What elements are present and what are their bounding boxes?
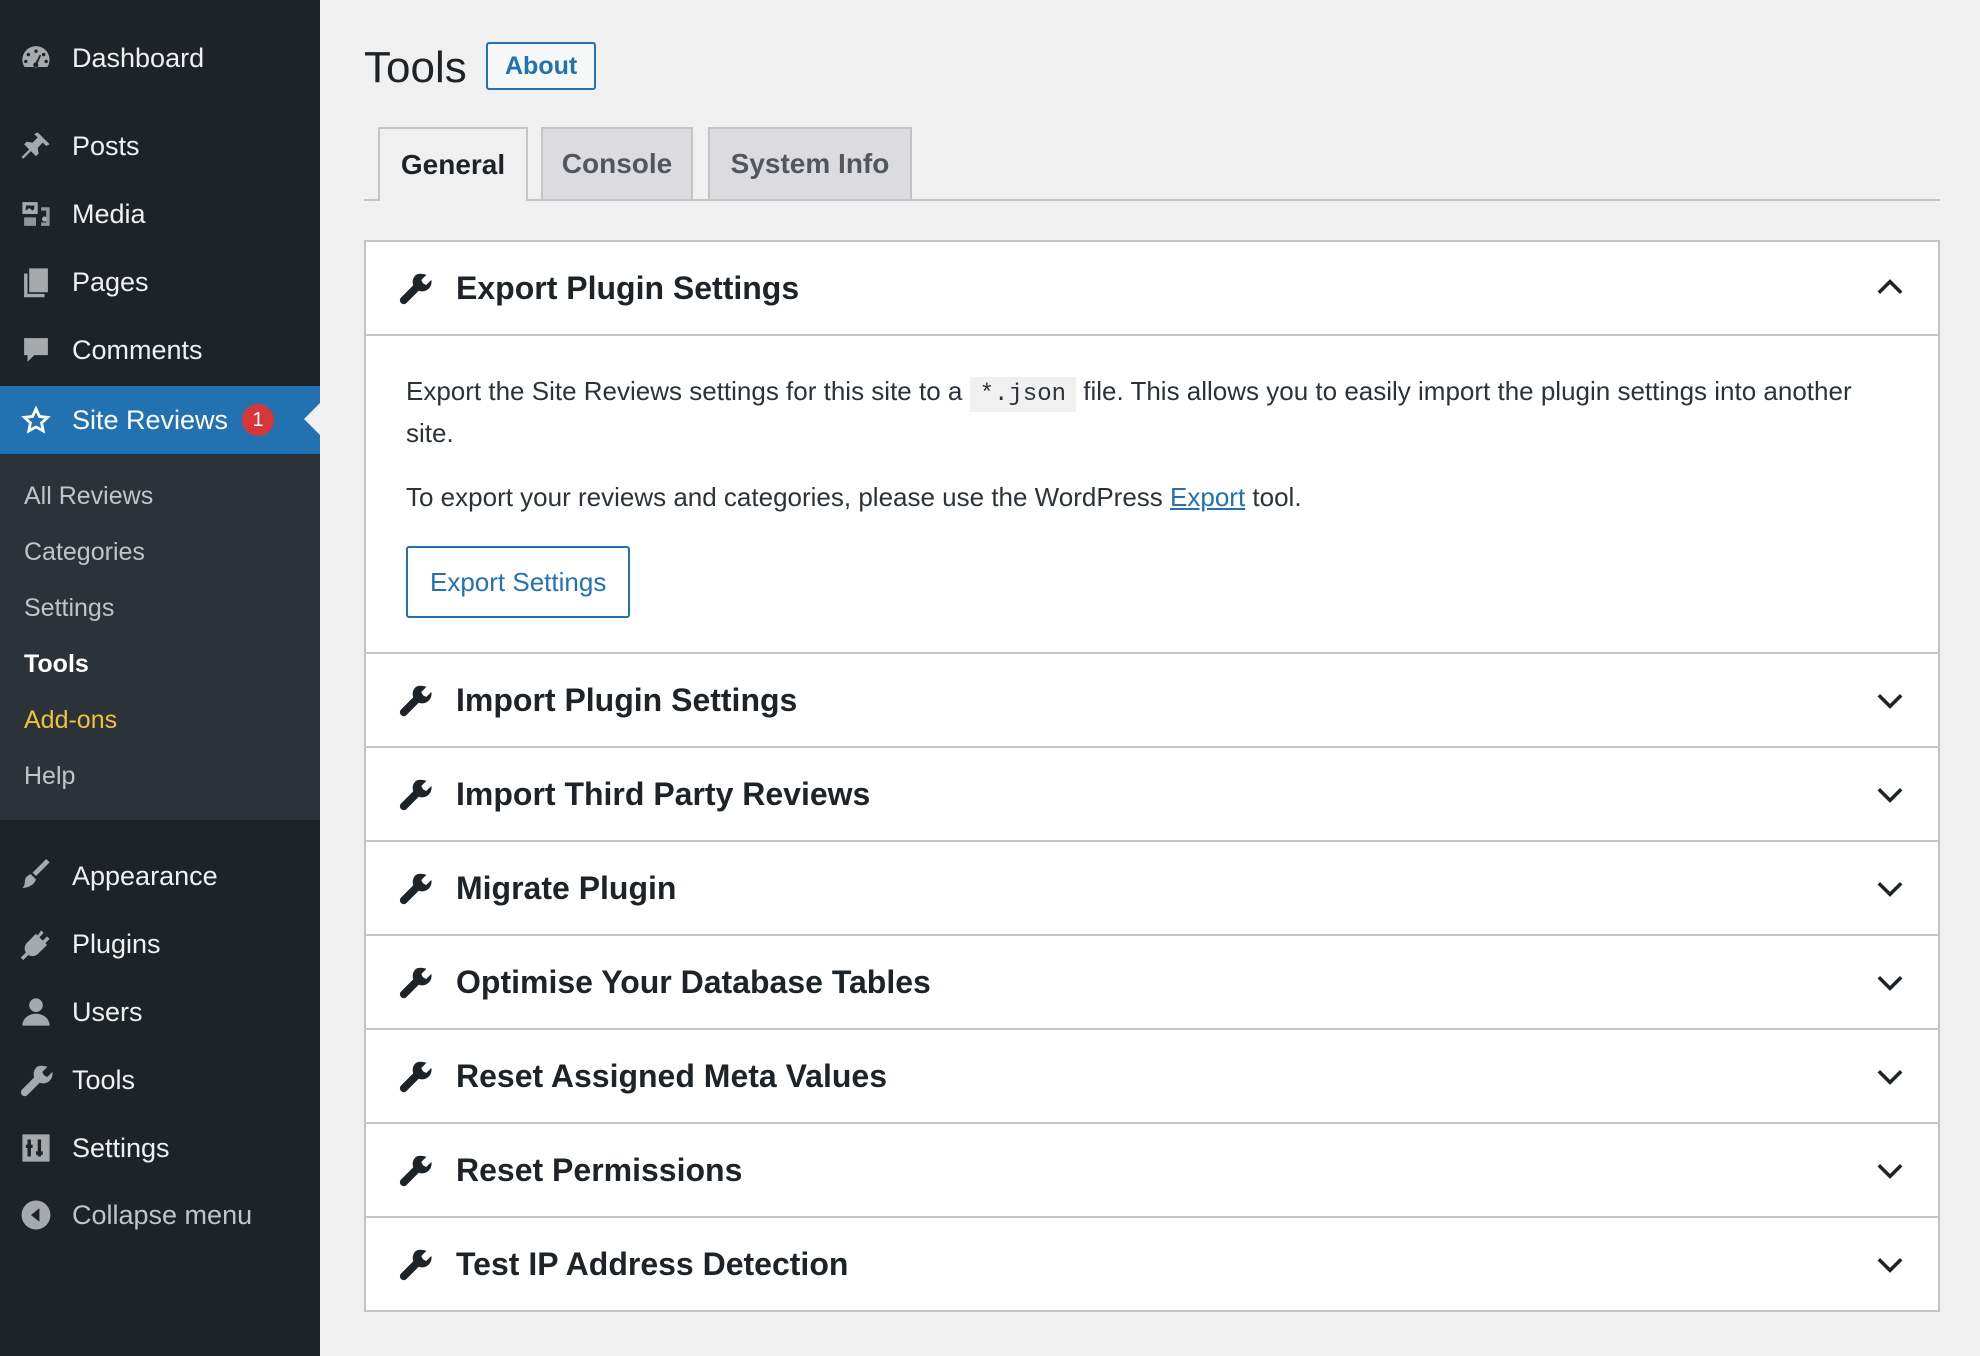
site-reviews-submenu: All Reviews Categories Settings Tools Ad… [0,454,320,820]
menu-label: Tools [72,1064,136,1095]
menu-label: Pages [72,266,149,297]
accordion-title: Reset Permissions [456,1151,743,1188]
accordion-header-test-ip-address-detection[interactable]: Test IP Address Detection [366,1216,1938,1310]
dashboard-icon [18,40,54,76]
submenu-item-add-ons[interactable]: Add-ons [24,700,117,740]
menu-item-appearance[interactable]: Appearance [0,843,320,909]
menu-item-site-reviews[interactable]: Site Reviews 1 [0,386,320,454]
menu-label: Appearance [72,860,218,891]
wrench-icon [398,871,432,905]
menu-item-users[interactable]: Users [0,979,320,1045]
wrench-icon [398,683,432,717]
text-span: Export the Site Reviews settings for thi… [406,376,970,406]
submenu-item-categories[interactable]: Categories [24,532,145,572]
chevron-down-icon[interactable] [1874,1154,1906,1186]
wrench-icon [398,777,432,811]
menu-label: Dashboard [72,42,205,73]
accordion-title: Import Third Party Reviews [456,775,871,812]
tab-bar: General Console System Info [364,127,1940,201]
menu-item-plugins[interactable]: Plugins [0,911,320,977]
menu-item-settings[interactable]: Settings [0,1115,320,1181]
accordion-title: Optimise Your Database Tables [456,963,931,1000]
admin-sidebar: Dashboard Posts Media Pages Comments Sit… [0,0,320,1356]
submenu-item-all-reviews[interactable]: All Reviews [24,476,153,516]
accordion-title: Import Plugin Settings [456,681,798,718]
chevron-down-icon[interactable] [1874,1060,1906,1092]
menu-label: Users [72,996,143,1027]
star-icon [18,402,54,438]
wrench-icon [398,271,432,305]
export-description: Export the Site Reviews settings for thi… [406,372,1898,452]
text-span: To export your reviews and categories, p… [406,482,1171,512]
accordion-title: Export Plugin Settings [456,269,800,306]
accordion-header-reset-permissions[interactable]: Reset Permissions [366,1122,1938,1216]
accordion-header-import-third-party-reviews[interactable]: Import Third Party Reviews [366,746,1938,840]
chevron-down-icon[interactable] [1874,684,1906,716]
wrench-icon [398,1059,432,1093]
export-tool-link[interactable]: Export [1170,482,1245,512]
accordion-title: Test IP Address Detection [456,1245,849,1282]
submenu-item-tools[interactable]: Tools [24,644,89,684]
menu-label: Media [72,198,146,229]
wrench-icon [18,1062,54,1098]
notification-badge: 1 [242,404,275,436]
pin-icon [18,128,54,164]
media-icon [18,196,54,232]
accordion-header-migrate-plugin[interactable]: Migrate Plugin [366,840,1938,934]
menu-item-comments[interactable]: Comments [0,317,320,383]
tab-general[interactable]: General [378,127,528,201]
tab-system-info[interactable]: System Info [708,127,912,199]
accordion-header-reset-assigned-meta-values[interactable]: Reset Assigned Meta Values [366,1028,1938,1122]
chevron-down-icon[interactable] [1874,1248,1906,1280]
menu-item-pages[interactable]: Pages [0,249,320,315]
accordion-title: Reset Assigned Meta Values [456,1057,887,1094]
json-code: *.json [969,377,1077,412]
tab-console[interactable]: Console [541,127,693,199]
plugin-icon [18,926,54,962]
accordion-header-optimise-database-tables[interactable]: Optimise Your Database Tables [366,934,1938,1028]
menu-label: Site Reviews [72,404,229,435]
chevron-down-icon[interactable] [1874,872,1906,904]
about-button[interactable]: About [486,42,597,90]
chevron-down-icon[interactable] [1874,966,1906,998]
menu-item-media[interactable]: Media [0,181,320,247]
export-settings-panel: Export the Site Reviews settings for thi… [366,334,1938,652]
menu-item-posts[interactable]: Posts [0,113,320,179]
menu-label: Settings [72,1132,170,1163]
accordion-title: Migrate Plugin [456,869,677,906]
menu-label: Plugins [72,928,161,959]
submenu-item-help[interactable]: Help [24,756,75,796]
wrench-icon [398,1153,432,1187]
collapse-icon [18,1197,54,1233]
collapse-menu-button[interactable]: Collapse menu [0,1182,320,1248]
text-span: tool. [1245,482,1302,512]
wrench-icon [398,1247,432,1281]
comment-icon [18,332,54,368]
settings-icon [18,1130,54,1166]
user-icon [18,994,54,1030]
menu-label: Collapse menu [72,1199,253,1230]
chevron-down-icon[interactable] [1874,778,1906,810]
menu-label: Comments [72,334,203,365]
submenu-item-settings[interactable]: Settings [24,588,114,628]
menu-item-tools[interactable]: Tools [0,1047,320,1113]
pages-icon [18,264,54,300]
paintbrush-icon [18,858,54,894]
tools-accordion: Export Plugin Settings Export the Site R… [364,240,1940,1312]
current-arrow [304,403,320,435]
accordion-header-import-plugin-settings[interactable]: Import Plugin Settings [366,652,1938,746]
chevron-up-icon[interactable] [1874,272,1906,304]
export-reviews-hint: To export your reviews and categories, p… [406,478,1898,516]
accordion-header-export-plugin-settings[interactable]: Export Plugin Settings [366,242,1938,334]
export-settings-button[interactable]: Export Settings [406,546,631,618]
menu-label: Posts [72,130,140,161]
page-title: Tools [364,43,467,92]
menu-item-dashboard[interactable]: Dashboard [0,25,320,91]
wrench-icon [398,965,432,999]
